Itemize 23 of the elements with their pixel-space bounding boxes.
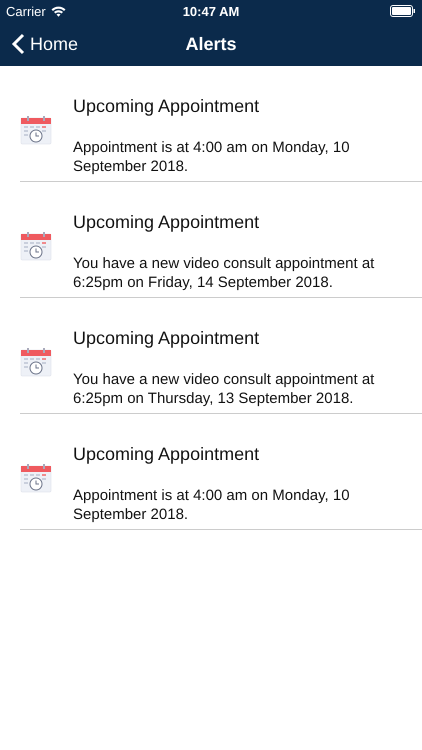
calendar-clock-icon	[20, 230, 52, 262]
calendar-clock-icon	[20, 462, 52, 494]
chevron-left-icon	[12, 33, 25, 55]
calendar-clock-icon	[20, 114, 52, 146]
alert-title: Upcoming Appointment	[73, 444, 260, 465]
status-time: 10:47 AM	[182, 4, 240, 18]
alert-title: Upcoming Appointment	[73, 328, 260, 349]
alert-row[interactable]: Upcoming Appointment You have a new video consult appointment at 6:25pm on Thursday, 13 September 2018.	[20, 298, 422, 414]
alert-row[interactable]: Upcoming Appointment Appointment is at 4:00 am on Monday, 10 September 2018.	[20, 414, 422, 530]
alert-message: You have a new video consult appointment at 6:25pm on Friday, 14 September 2018.	[73, 254, 376, 292]
alert-message: Appointment is at 4:00 am on Monday, 10 September 2018.	[73, 138, 351, 176]
back-button[interactable]: Home	[0, 33, 78, 55]
battery-icon	[390, 5, 416, 17]
alert-row[interactable]: Upcoming Appointment Appointment is at 4:00 am on Monday, 10 September 2018.	[20, 66, 422, 182]
alert-title: Upcoming Appointment	[73, 96, 260, 117]
wifi-icon	[50, 6, 66, 16]
alert-row[interactable]: Upcoming Appointment You have a new video consult appointment at 6:25pm on Friday, 14 September 2018.	[20, 182, 422, 298]
calendar-clock-icon	[20, 346, 52, 378]
alert-message: You have a new video consult appointment at 6:25pm on Thursday, 13 September 2018.	[73, 370, 376, 408]
nav-title: Alerts	[185, 34, 237, 54]
alert-title: Upcoming Appointment	[73, 212, 260, 233]
carrier-label: Carrier	[6, 4, 46, 18]
alert-message: Appointment is at 4:00 am on Monday, 10 September 2018.	[73, 486, 351, 524]
